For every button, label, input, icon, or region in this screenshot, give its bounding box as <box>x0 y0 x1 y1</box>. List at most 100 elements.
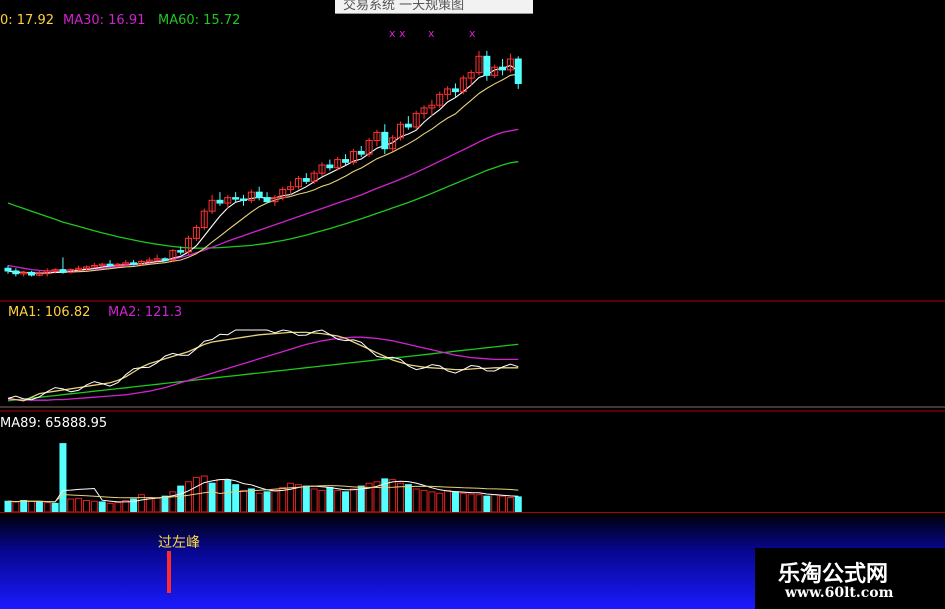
candle-body <box>240 198 247 201</box>
volume-bar <box>334 489 342 513</box>
volume-bar <box>145 497 153 513</box>
volume-bar <box>35 501 43 513</box>
volume-bar <box>318 489 326 513</box>
candle-body <box>177 250 185 253</box>
volume-bar <box>90 500 98 513</box>
volume-legend-ma89: MA89: 65888.95 <box>0 416 108 431</box>
candle-body <box>381 131 389 150</box>
candle-body <box>302 178 310 182</box>
price-legend-ma30: MA30: 16.91 <box>63 13 146 28</box>
candle-body <box>59 269 67 273</box>
volume-bar <box>357 485 365 513</box>
indicator-panel <box>0 329 945 408</box>
volume-bar <box>349 488 357 513</box>
candle-body <box>130 262 138 265</box>
candle-body <box>232 197 240 200</box>
candle-body <box>12 270 20 275</box>
volume-bar <box>28 500 36 513</box>
volume-bar <box>302 485 310 513</box>
volume-bar <box>51 502 59 513</box>
volume-bar <box>20 499 28 513</box>
volume-bar <box>185 481 193 513</box>
volume-bar <box>279 487 287 513</box>
candle-body <box>28 271 36 276</box>
signal-label: 过左峰 <box>158 535 200 551</box>
volume-bar <box>271 489 279 513</box>
price-panel <box>4 50 522 277</box>
volume-bar <box>326 487 334 513</box>
candle-body <box>106 263 114 267</box>
volume-bar <box>459 492 467 513</box>
volume-bar <box>499 495 507 513</box>
volume-bar <box>216 479 224 513</box>
volume-bar <box>67 498 75 513</box>
volume-bar <box>514 496 522 513</box>
volume-bar <box>208 482 216 513</box>
candle-body <box>216 199 224 204</box>
volume-bar <box>412 488 420 513</box>
price-legend-ma-short: 0: 17.92 <box>0 13 54 28</box>
volume-bar <box>389 479 397 513</box>
volume-bar <box>83 499 90 513</box>
volume-bar <box>294 484 302 513</box>
signal-marker-1: x x <box>389 27 406 40</box>
volume-panel <box>0 443 945 513</box>
window-title-bar: 交易系统 一天规策图 <box>335 0 533 14</box>
volume-bar <box>114 502 122 513</box>
candle-body <box>483 55 491 76</box>
candle-body <box>326 164 334 169</box>
volume-bar <box>247 488 255 513</box>
candle-body <box>255 191 263 199</box>
volume-bar <box>75 497 83 513</box>
candle-body <box>404 123 412 128</box>
volume-bar <box>177 485 185 513</box>
candle-body <box>161 258 169 261</box>
volume-bar <box>4 500 12 513</box>
volume-bar <box>420 489 428 513</box>
candle-body <box>357 150 365 155</box>
indicator-legend-ma1: MA1: 106.82 <box>8 305 91 320</box>
volume-bar <box>12 501 20 513</box>
candle-body <box>499 66 507 71</box>
candle-body <box>342 159 350 163</box>
volume-bar <box>475 494 483 513</box>
candle-body <box>4 267 12 272</box>
volume-bar <box>263 491 271 513</box>
volume-bar <box>491 494 499 513</box>
volume-bar <box>467 493 475 513</box>
window-title: 交易系统 一天规策图 <box>343 0 465 13</box>
indicator-slow-line <box>7 343 519 402</box>
watermark-title: 乐淘公式网 <box>778 561 889 587</box>
volume-bar <box>255 492 263 513</box>
signal-bar <box>167 551 171 593</box>
volume-bar <box>451 491 459 513</box>
volume-ma-short <box>7 478 519 503</box>
volume-bar <box>397 482 404 513</box>
candle-body <box>451 88 459 93</box>
volume-bar <box>436 492 444 513</box>
ma30-line <box>7 128 519 272</box>
volume-bar <box>428 491 436 513</box>
volume-bar <box>310 488 318 513</box>
signal-marker-3: x <box>469 27 476 40</box>
volume-bar <box>161 495 169 513</box>
volume-bar <box>342 491 350 513</box>
price-legend-ma60: MA60: 15.72 <box>158 13 241 28</box>
indicator-raw-line <box>7 329 519 401</box>
volume-bar <box>404 484 412 513</box>
signal-marker-2: x <box>428 27 435 40</box>
volume-bar <box>444 489 452 513</box>
volume-bar <box>224 479 232 513</box>
volume-bar <box>59 443 67 513</box>
volume-bar <box>506 497 514 513</box>
volume-bar <box>43 502 51 513</box>
volume-bar <box>240 489 247 513</box>
volume-bar <box>483 495 491 513</box>
candle-body <box>263 197 271 203</box>
indicator-legend-ma2: MA2: 121.3 <box>108 305 183 320</box>
ma5-line <box>7 64 519 274</box>
candle-body <box>514 58 522 84</box>
volume-bar <box>153 497 161 513</box>
watermark-url: www.60lt.com <box>785 585 894 601</box>
volume-bar <box>200 475 208 513</box>
